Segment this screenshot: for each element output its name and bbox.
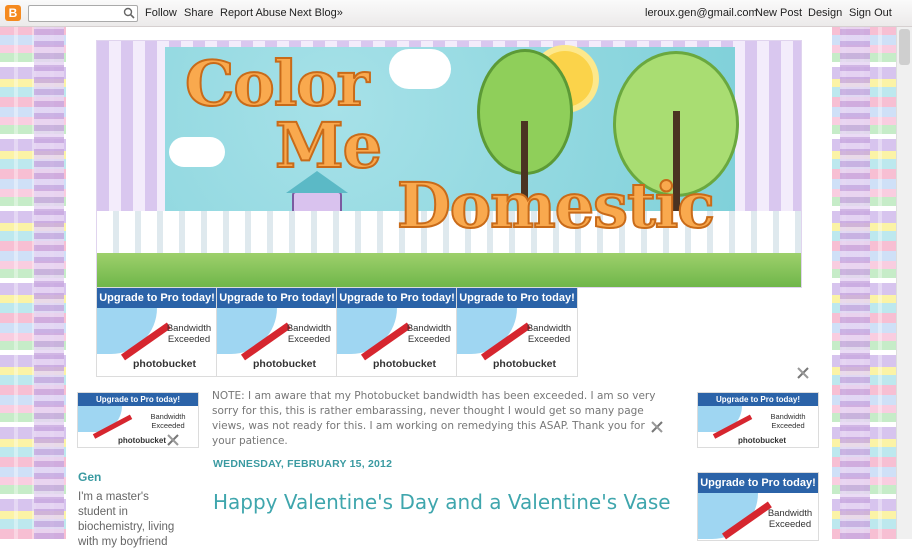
post-title[interactable]: Happy Valentine's Day and a Valentine's … [213,490,671,514]
bandwidth-text: Bandwidth Exceeded [767,508,813,530]
scrollbar-thumb[interactable] [899,29,910,65]
photobucket-badge[interactable]: Upgrade to Pro today! Bandwidth Exceeded … [216,287,338,377]
search-input[interactable] [28,5,138,22]
cloud-icon [389,49,451,89]
photobucket-brand: photobucket [118,436,166,445]
bandwidth-text: Bandwidth Exceeded [166,323,212,345]
bandwidth-text: Bandwidth Exceeded [770,412,806,430]
blog-title-line: Me [274,108,383,183]
photobucket-brand: photobucket [373,358,436,370]
search-icon[interactable] [123,7,135,19]
profile-name[interactable]: Gen [78,470,101,484]
badge-sky [698,406,742,432]
photobucket-badge-small[interactable]: Upgrade to Pro today! Bandwidth Exceeded … [697,392,819,448]
bandwidth-text: Bandwidth Exceeded [150,412,186,430]
header-banner[interactable]: Color Me Domestic [96,40,802,288]
blog-title-line: Domestic [396,168,716,243]
upgrade-pro-label: Upgrade to Pro today! [698,393,818,406]
design-link[interactable]: Design [808,7,842,19]
upgrade-pro-label: Upgrade to Pro today! [457,288,577,308]
post-date-header: WEDNESDAY, FEBRUARY 15, 2012 [213,458,393,470]
vertical-scrollbar[interactable] [896,27,912,539]
upgrade-pro-label: Upgrade to Pro today! [337,288,457,308]
photobucket-brand: photobucket [493,358,556,370]
share-link[interactable]: Share [184,7,213,19]
badge-sky [457,308,517,354]
follow-link[interactable]: Follow [145,7,177,19]
next-blog-link[interactable]: Next Blog» [289,7,343,19]
photobucket-brand: photobucket [253,358,316,370]
upgrade-pro-label: Upgrade to Pro today! [698,473,818,493]
badge-sky [78,406,122,432]
photobucket-badge[interactable]: Upgrade to Pro today! Bandwidth Exceeded … [336,287,458,377]
photobucket-brand: photobucket [738,436,786,445]
background-stripe [34,27,64,539]
photobucket-badge[interactable]: Upgrade to Pro today! Bandwidth Exceeded … [96,287,218,377]
badge-sky [217,308,277,354]
cloud-icon [169,137,225,167]
blogger-logo-icon[interactable]: B [5,5,21,21]
background-stripe [840,27,870,539]
wrench-screwdriver-icon[interactable] [650,420,664,434]
blogger-navbar: B Follow Share Report Abuse Next Blog» l… [0,0,912,27]
photobucket-brand: photobucket [133,358,196,370]
bandwidth-note: NOTE: I am aware that my Photobucket ban… [212,390,656,447]
photobucket-badge[interactable]: Upgrade to Pro today! Bandwidth Exceeded [697,472,819,541]
badge-sky [97,308,157,354]
account-email[interactable]: leroux.gen@gmail.com [645,7,758,19]
profile-about: I'm a master's student in biochemistry, … [78,491,175,548]
sign-out-link[interactable]: Sign Out [849,7,892,19]
photobucket-badge-small[interactable]: Upgrade to Pro today! Bandwidth Exceeded … [77,392,199,448]
wrench-screwdriver-icon[interactable] [796,366,810,380]
wrench-screwdriver-icon[interactable] [166,433,180,447]
new-post-link[interactable]: New Post [755,7,802,19]
upgrade-pro-label: Upgrade to Pro today! [78,393,198,406]
bandwidth-text: Bandwidth Exceeded [406,323,452,345]
bandwidth-text: Bandwidth Exceeded [286,323,332,345]
badge-sky [337,308,397,354]
grass [97,253,801,287]
upgrade-pro-label: Upgrade to Pro today! [217,288,337,308]
photobucket-badge[interactable]: Upgrade to Pro today! Bandwidth Exceeded … [456,287,578,377]
report-abuse-link[interactable]: Report Abuse [220,7,287,19]
upgrade-pro-label: Upgrade to Pro today! [97,288,217,308]
bandwidth-text: Bandwidth Exceeded [526,323,572,345]
